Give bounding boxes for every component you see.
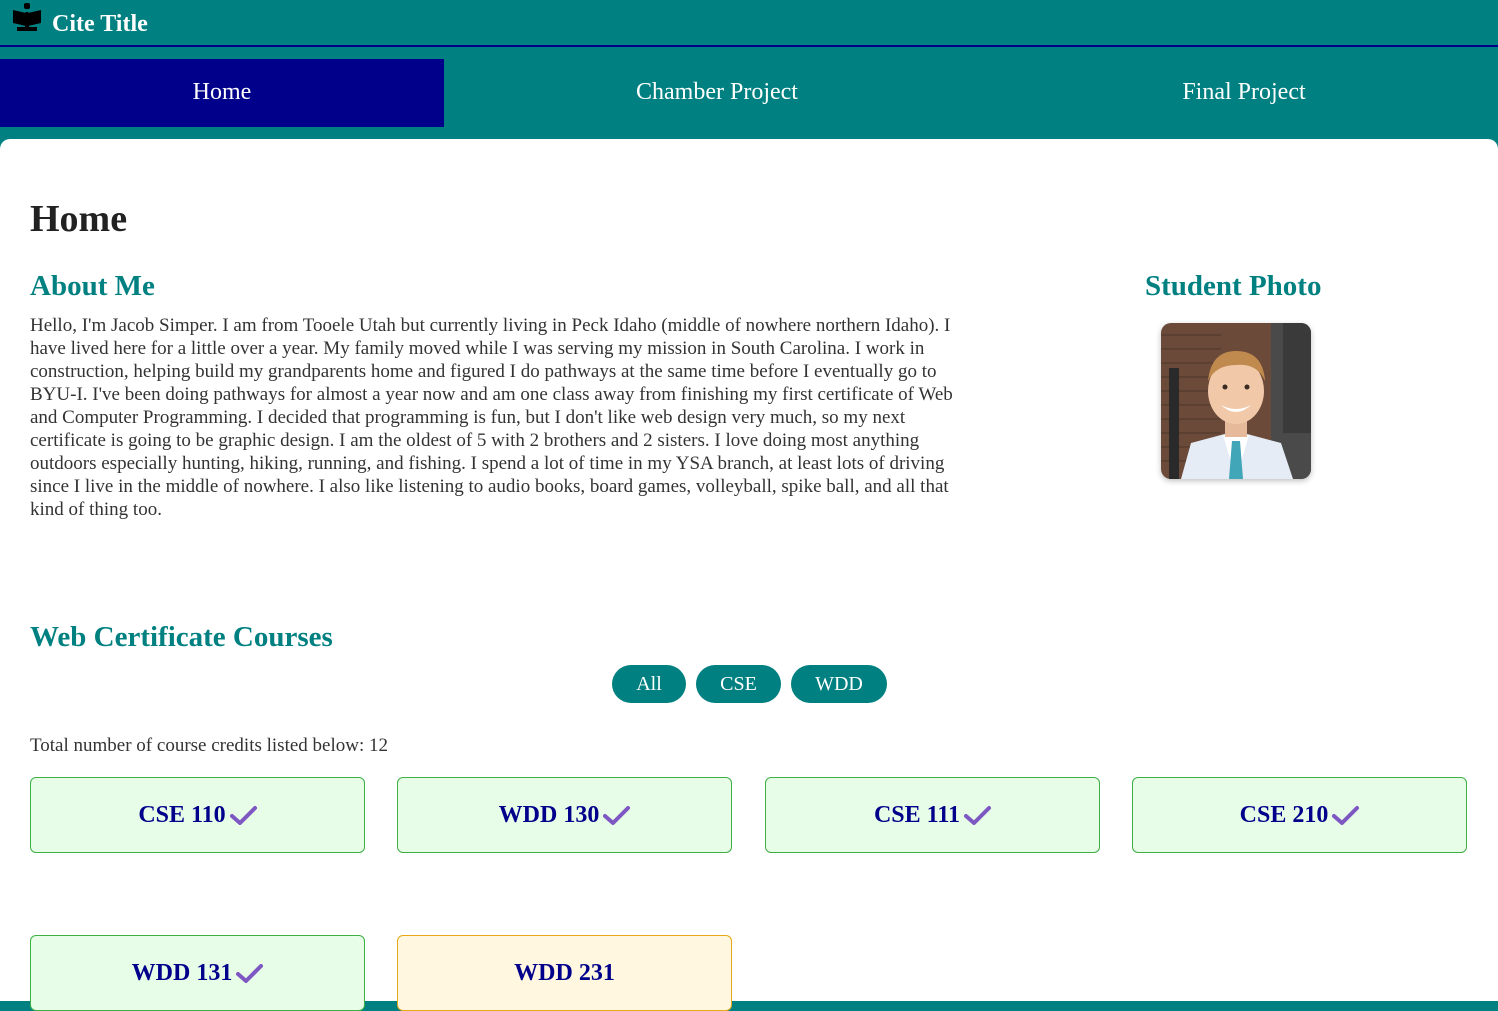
credits-total: Total number of course credits listed be… [30, 735, 388, 756]
about-heading: About Me [30, 270, 155, 302]
course-card[interactable]: WDD 231 [397, 935, 732, 1011]
student-photo [1161, 323, 1311, 479]
nav-item-chamber-project[interactable]: Chamber Project [444, 59, 990, 127]
book-reader-icon [13, 3, 41, 31]
main-nav: Home Chamber Project Final Project [0, 59, 1498, 127]
filter-all-button[interactable]: All [612, 665, 686, 703]
site-header: Cite Title [0, 0, 1498, 47]
checkmark-icon [1332, 806, 1360, 826]
course-name: WDD 130 [498, 802, 600, 828]
filter-wdd-button[interactable]: WDD [791, 665, 887, 703]
course-name: WDD 231 [514, 960, 615, 986]
course-card[interactable]: CSE 110 [30, 777, 365, 853]
course-card[interactable]: CSE 210 [1132, 777, 1467, 853]
nav-item-final-project[interactable]: Final Project [990, 59, 1498, 127]
course-name: CSE 110 [138, 802, 226, 828]
about-text: Hello, I'm Jacob Simper. I am from Tooel… [30, 315, 953, 520]
course-card[interactable]: WDD 131 [30, 935, 365, 1011]
main-content: Home About Me Hello, I'm Jacob Simper. I… [0, 139, 1498, 1011]
checkmark-icon [236, 964, 264, 984]
checkmark-icon [964, 806, 992, 826]
page-title: Home [30, 198, 128, 240]
checkmark-icon [603, 806, 631, 826]
course-card[interactable]: CSE 111 [765, 777, 1100, 853]
nav-item-home[interactable]: Home [0, 59, 444, 127]
course-name: WDD 131 [131, 960, 233, 986]
course-name: CSE 210 [1239, 802, 1329, 828]
checkmark-icon [229, 806, 257, 826]
site-title: Cite Title [52, 11, 148, 37]
course-name: CSE 111 [873, 802, 961, 828]
student-photo-heading: Student Photo [1145, 270, 1322, 302]
courses-heading: Web Certificate Courses [30, 621, 333, 653]
filter-cse-button[interactable]: CSE [696, 665, 781, 703]
course-card[interactable]: WDD 130 [397, 777, 732, 853]
